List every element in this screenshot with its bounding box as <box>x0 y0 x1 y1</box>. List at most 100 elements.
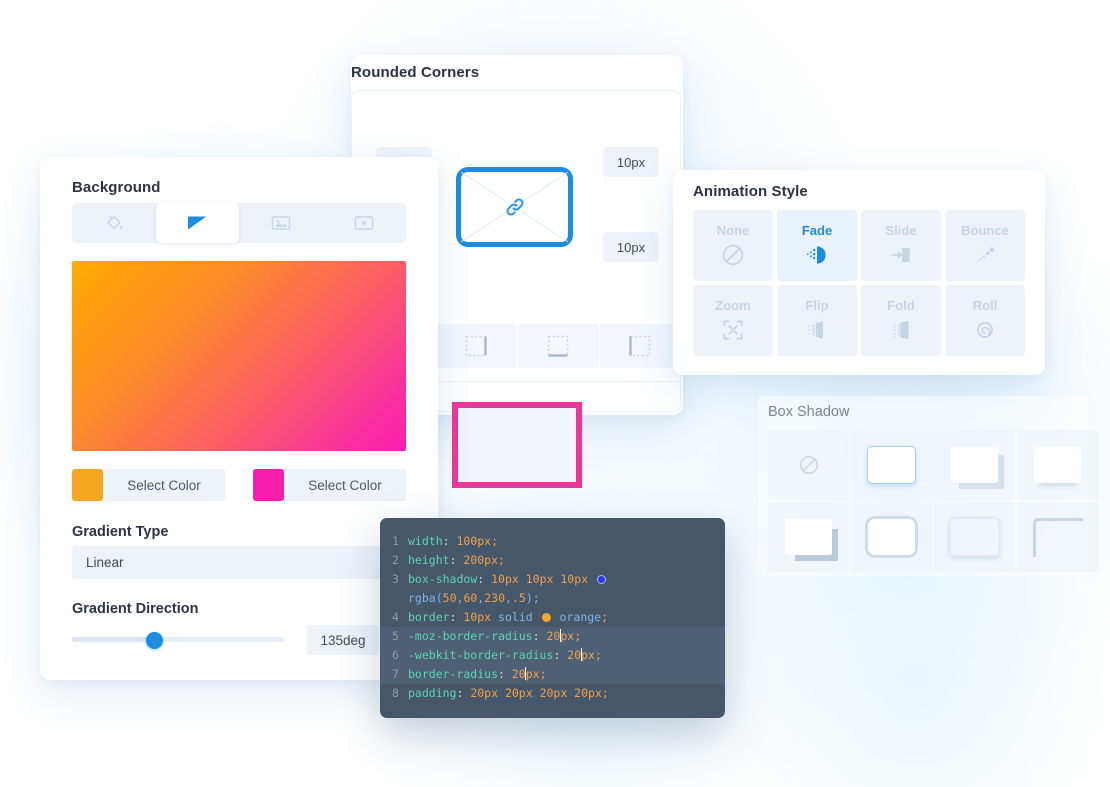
line-number: 2 <box>392 553 399 567</box>
line-content: -moz-border-radius: 20px; <box>408 629 582 643</box>
gradient-color-stops: Select Color Select Color <box>72 469 406 501</box>
line-content: rgba(50,60,230,.5); <box>408 591 540 605</box>
code-line: 2 height: 200px; <box>380 551 725 570</box>
line-number: 6 <box>392 648 399 662</box>
animation-option-fade[interactable]: Fade <box>777 210 857 281</box>
corner-radius-top-right-input[interactable]: 10px <box>603 147 659 177</box>
line-content: padding: 20px 20px 20px 20px; <box>408 686 609 700</box>
fade-icon <box>807 246 826 264</box>
slide-icon <box>890 247 910 263</box>
gradient-type-select[interactable]: Linear <box>72 546 406 579</box>
line-content: border: 10px solid orange; <box>408 610 609 624</box>
animation-option-fold[interactable]: Fold <box>861 285 941 356</box>
animation-option-slide[interactable]: Slide <box>861 210 941 281</box>
background-title: Background <box>72 179 161 196</box>
box-shadow-panel: Box Shadow <box>758 396 1098 576</box>
flip-icon <box>808 321 823 339</box>
border-left-icon <box>629 335 651 357</box>
tab-video[interactable] <box>323 203 407 243</box>
animation-option-label: Fold <box>887 298 915 313</box>
box-shadow-option-all-around[interactable] <box>851 502 932 572</box>
box-shadow-options-grid <box>768 430 1098 572</box>
code-line: 3 box-shadow: 10px 10px 10px <box>380 570 725 589</box>
gradient-preview <box>72 261 406 451</box>
zoom-expand-icon <box>723 320 743 340</box>
select-color-label-1: Select Color <box>127 477 201 493</box>
color-stop-2[interactable]: Select Color <box>253 469 406 501</box>
animation-option-bounce[interactable]: Bounce <box>945 210 1025 281</box>
line-content: height: 200px; <box>408 553 505 567</box>
animation-option-label: Slide <box>885 223 917 238</box>
bounce-icon <box>976 247 995 262</box>
animation-style-title: Animation Style <box>693 183 808 200</box>
border-right-button[interactable] <box>435 324 517 368</box>
animation-option-label: None <box>716 223 750 238</box>
shadow-br-icon <box>951 447 998 483</box>
color-stop-1[interactable]: Select Color <box>72 469 225 501</box>
box-shadow-option-bottom-right-hard[interactable] <box>768 502 849 572</box>
animation-option-none[interactable]: None <box>693 210 773 281</box>
border-left-button[interactable] <box>599 324 681 368</box>
box-shadow-title: Box Shadow <box>768 404 850 420</box>
code-line: 7 border-radius: 20px; <box>380 665 725 684</box>
box-shadow-option-corner[interactable] <box>1017 502 1098 572</box>
line-content: width: 100px; <box>408 534 499 548</box>
border-bottom-icon <box>547 335 569 357</box>
box-shadow-option-bottom[interactable] <box>1017 430 1098 500</box>
spiral-roll-icon <box>977 322 993 338</box>
tab-image[interactable] <box>239 203 323 243</box>
shadow-bottom-icon <box>1034 447 1081 483</box>
animation-option-roll[interactable]: Roll <box>945 285 1025 356</box>
fold-icon <box>893 320 909 340</box>
border-bottom-button[interactable] <box>517 324 599 368</box>
tab-solid-color[interactable] <box>72 203 156 243</box>
box-shadow-option-bottom-right[interactable] <box>934 430 1015 500</box>
border-right-icon <box>465 335 487 357</box>
box-shadow-option-flat[interactable] <box>851 430 932 500</box>
line-number: 5 <box>392 629 399 643</box>
code-line: 5 -moz-border-radius: 20px; <box>380 627 725 646</box>
select-color-label-2: Select Color <box>308 477 382 493</box>
box-shadow-option-outline[interactable] <box>934 502 1015 572</box>
app-canvas: Rounded Corners 10px 10px 10px <box>0 0 1110 787</box>
line-number: 7 <box>392 667 399 681</box>
code-line: 8 padding: 20px 20px 20px 20px; <box>380 684 725 703</box>
no-entry-icon <box>799 456 818 474</box>
line-content: -webkit-border-radius: 20px; <box>408 648 602 662</box>
code-lines: 1 width: 100px; 2 height: 200px; 3 box-s… <box>380 532 725 703</box>
line-content: border-radius: 20px; <box>408 667 547 681</box>
image-icon <box>271 216 290 230</box>
paint-bucket-icon <box>107 215 123 230</box>
line-number: 3 <box>392 572 399 586</box>
color-dot-blue[interactable] <box>596 575 606 584</box>
border-preview-box <box>452 402 582 488</box>
color-swatch-end[interactable] <box>253 469 284 501</box>
background-type-tabs <box>72 203 406 243</box>
animation-option-label: Zoom <box>715 298 751 313</box>
video-icon <box>355 216 374 230</box>
gradient-direction-value[interactable]: 135deg <box>307 625 379 655</box>
link-icon[interactable] <box>503 195 527 219</box>
animation-option-zoom[interactable]: Zoom <box>693 285 773 356</box>
tab-gradient[interactable] <box>155 203 239 243</box>
corner-radius-preview <box>456 167 573 247</box>
line-content: box-shadow: 10px 10px 10px <box>408 570 608 589</box>
line-number: 4 <box>392 610 399 624</box>
code-line: 4 border: 10px solid orange; <box>380 608 725 627</box>
color-dot-orange[interactable] <box>541 613 551 622</box>
shadow-corner-icon <box>1032 517 1083 557</box>
animation-option-label: Fade <box>801 223 833 238</box>
css-code-editor[interactable]: 1 width: 100px; 2 height: 200px; 3 box-s… <box>380 518 725 718</box>
animation-option-flip[interactable]: Flip <box>777 285 857 356</box>
gradient-direction-slider[interactable] <box>72 632 284 649</box>
shadow-none-icon <box>867 446 916 484</box>
code-line: 1 width: 100px; <box>380 532 725 551</box>
shadow-all-icon <box>868 519 915 555</box>
slider-thumb[interactable] <box>146 632 163 649</box>
color-swatch-start[interactable] <box>72 469 103 501</box>
corner-radius-bottom-right-input[interactable]: 10px <box>603 232 659 262</box>
box-shadow-option-none[interactable] <box>768 430 849 500</box>
gradient-icon <box>188 216 207 230</box>
gradient-direction-label: Gradient Direction <box>72 601 199 617</box>
code-line-wrap: rgba(50,60,230,.5); <box>380 589 725 608</box>
